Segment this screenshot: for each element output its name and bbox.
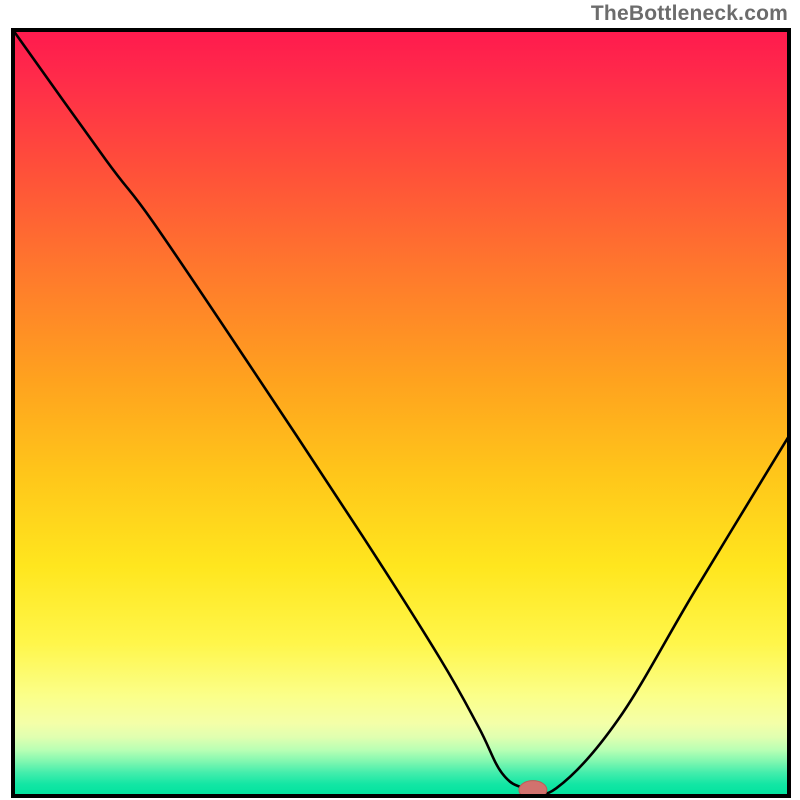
gradient-background xyxy=(13,30,789,796)
chart-container: TheBottleneck.com xyxy=(0,0,800,800)
bottleneck-chart xyxy=(11,28,791,798)
attribution-label: TheBottleneck.com xyxy=(591,2,788,26)
